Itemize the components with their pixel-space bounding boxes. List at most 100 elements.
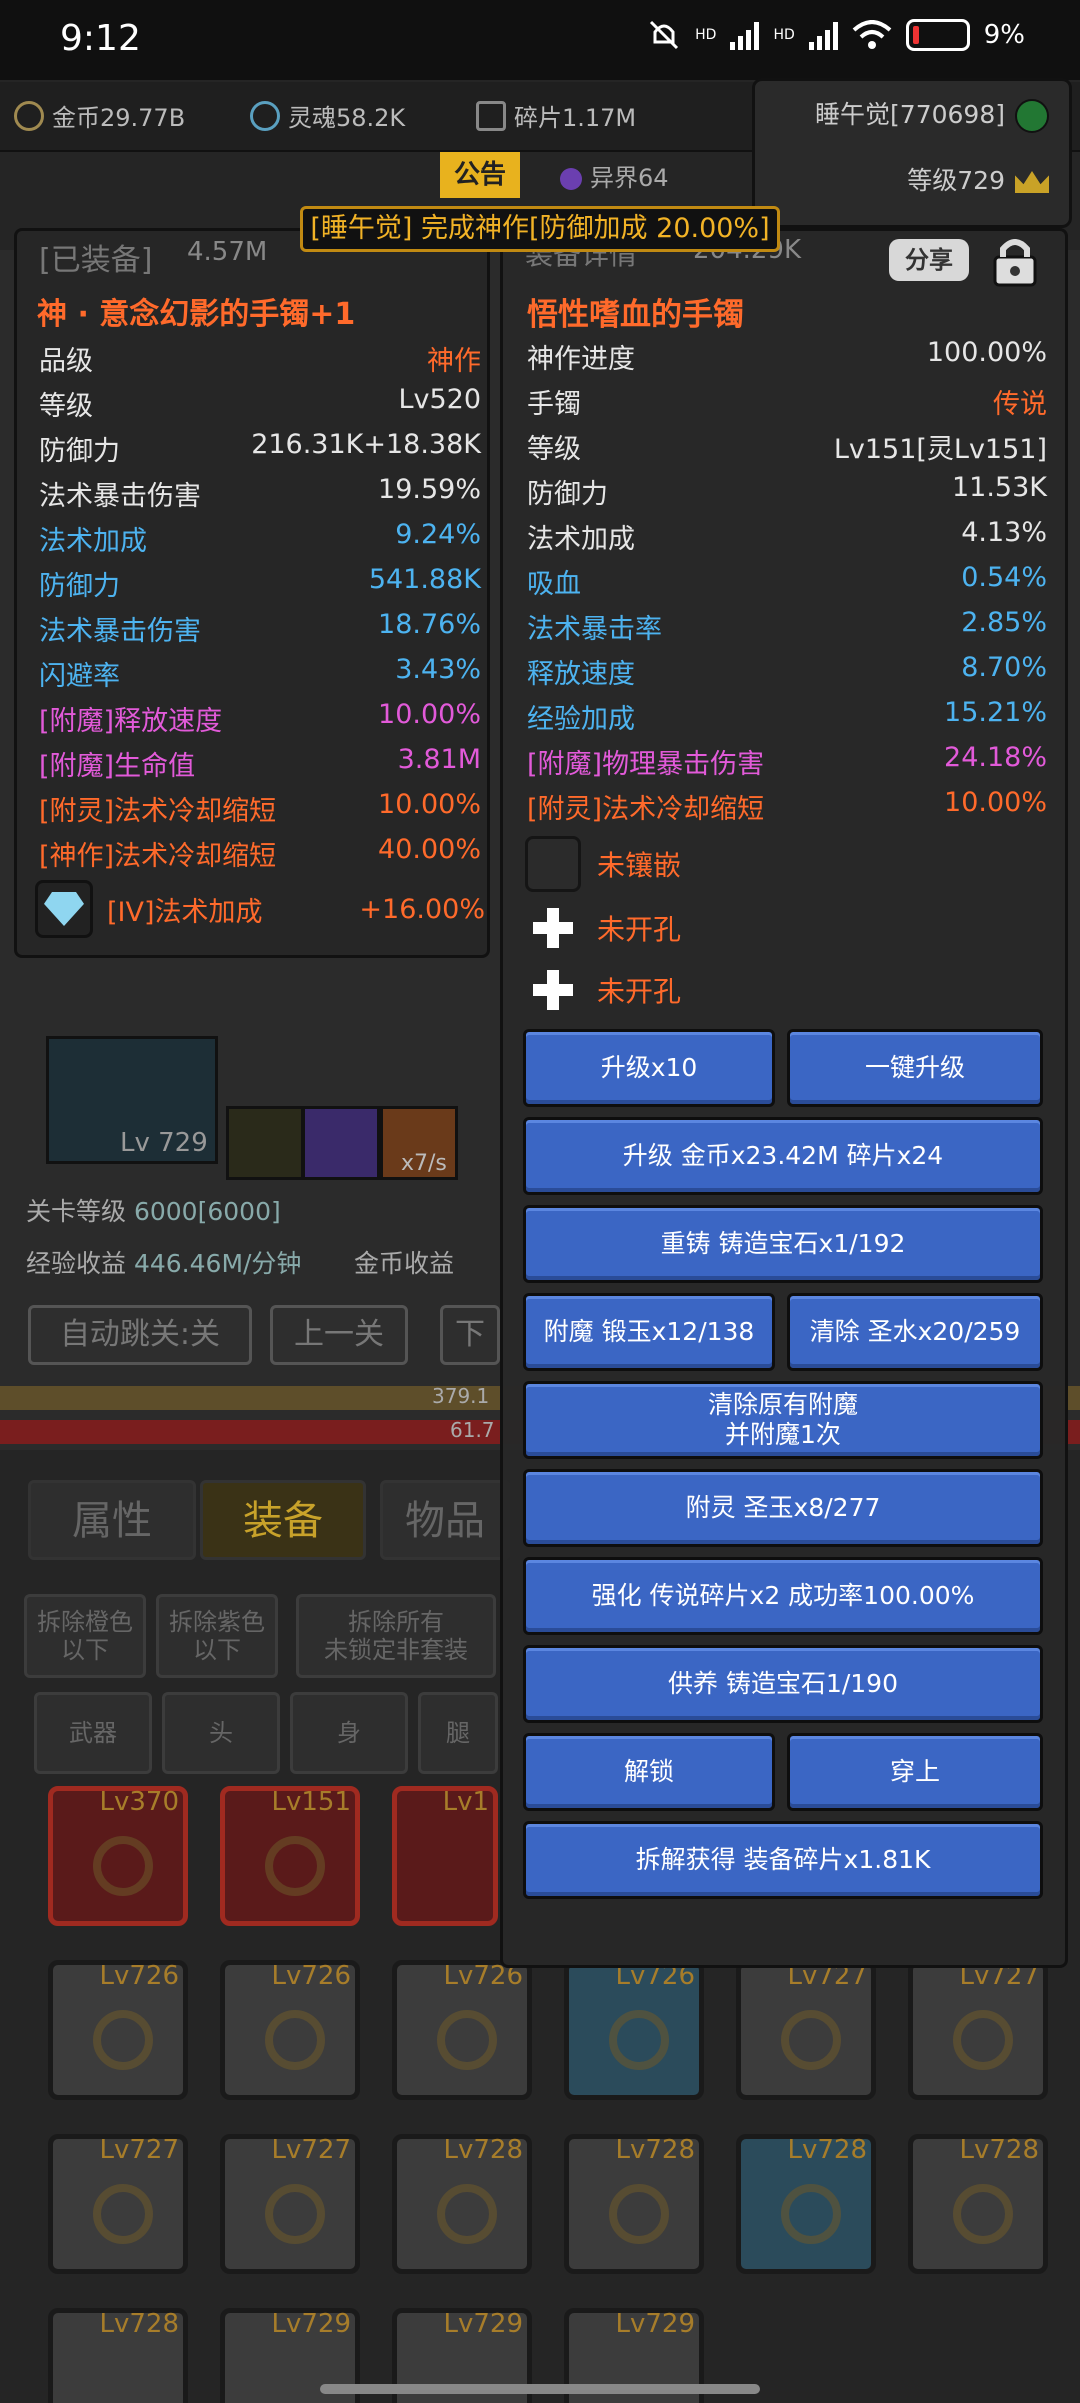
stat-value: 0.54% xyxy=(961,562,1047,593)
soul-value: 灵魂58.2K xyxy=(288,104,406,132)
signal-icon-1 xyxy=(730,20,760,50)
stat-row: 经验加成 15.21% xyxy=(527,697,1047,737)
upgrade-x10-button[interactable]: 升级x10 xyxy=(523,1029,775,1107)
dismantle-all-button[interactable]: 拆除所有 未锁定非套装 xyxy=(296,1594,496,1678)
clear-and-enchant-button[interactable]: 清除原有附魔 并附魔1次 xyxy=(523,1381,1043,1459)
filter-legs[interactable]: 腿 xyxy=(418,1692,498,1774)
hammer-icon xyxy=(781,2184,841,2244)
socket-unopened-1[interactable]: 未开孔 xyxy=(525,899,825,957)
inventory-slot[interactable]: Lv726 xyxy=(564,1960,704,2100)
upgrade-button[interactable]: 升级 金币x23.42M 碎片x24 xyxy=(523,1117,1043,1195)
inventory-slot[interactable]: Lv726 xyxy=(48,1960,188,2100)
skill-slot-3[interactable]: x7/s xyxy=(380,1106,458,1180)
shard-counter: 碎片1.17M xyxy=(476,98,636,133)
skill-slot-2[interactable] xyxy=(302,1106,380,1180)
inventory-slot[interactable]: Lv728 xyxy=(564,2134,704,2274)
gold-income-label: 金币收益 xyxy=(354,1249,455,1278)
stat-label: 闪避率 xyxy=(39,661,120,692)
gem-slot[interactable] xyxy=(35,880,93,938)
slot-level: Lv1 xyxy=(442,1787,489,1817)
inventory-slot[interactable]: Lv370 xyxy=(48,1786,188,1926)
home-indicator[interactable] xyxy=(320,2384,760,2394)
equipped-power: 4.57M xyxy=(187,237,268,267)
inventory-slot[interactable]: Lv728 xyxy=(736,2134,876,2274)
stat-row: 法术暴击伤害 19.59% xyxy=(39,474,481,514)
filter-head[interactable]: 头 xyxy=(162,1692,280,1774)
inventory-slot[interactable]: Lv727 xyxy=(736,1960,876,2100)
stat-row: 手镯 传说 xyxy=(527,382,1047,422)
achievement-banner: [睡午觉] 完成神作[防御加成 20.00%] xyxy=(300,206,780,252)
plus-icon xyxy=(525,900,581,956)
clear-button[interactable]: 清除 圣水x20/259 xyxy=(787,1293,1043,1371)
filter-weapon[interactable]: 武器 xyxy=(34,1692,152,1774)
filter-body[interactable]: 身 xyxy=(290,1692,408,1774)
stat-value: 18.76% xyxy=(378,609,481,640)
stat-value: 3.43% xyxy=(395,654,481,685)
stat-row: [附魔]生命值 3.81M xyxy=(39,744,481,784)
dismantle-orange-button[interactable]: 拆除橙色 以下 xyxy=(24,1594,146,1678)
socket-unopened-2[interactable]: 未开孔 xyxy=(525,961,825,1019)
stat-row: 神作进度 100.00% xyxy=(527,337,1047,377)
inventory-slot[interactable]: Lv727 xyxy=(48,2134,188,2274)
hd-label-2: HD xyxy=(773,27,795,43)
gem-socket-empty[interactable]: 未镶嵌 xyxy=(525,835,825,893)
inventory-slot[interactable]: Lv728 xyxy=(48,2308,188,2403)
tab-equipment[interactable]: 装备 xyxy=(200,1480,366,1560)
stage-value: 6000[6000] xyxy=(133,1197,281,1226)
notice-tab[interactable]: 公告 xyxy=(440,152,520,198)
enchant-button[interactable]: 附魔 锻玉x12/138 xyxy=(523,1293,775,1371)
one-key-upgrade-button[interactable]: 一键升级 xyxy=(787,1029,1043,1107)
reforge-button[interactable]: 重铸 铸造宝石x1/192 xyxy=(523,1205,1043,1283)
spirit-attach-button[interactable]: 附灵 圣玉x8/277 xyxy=(523,1469,1043,1547)
stat-row: 防御力 216.31K+18.38K xyxy=(39,429,481,469)
prev-stage-button[interactable]: 上一关 xyxy=(270,1305,408,1365)
gem-value: +16.00% xyxy=(359,893,485,925)
inventory-slot[interactable]: Lv726 xyxy=(392,1960,532,2100)
dismantle-purple-button[interactable]: 拆除紫色 以下 xyxy=(156,1594,278,1678)
auto-skip-button[interactable]: 自动跳关:关 xyxy=(28,1305,252,1365)
wear-button[interactable]: 穿上 xyxy=(787,1733,1043,1811)
stat-label: 防御力 xyxy=(39,571,120,602)
stat-value: Lv520 xyxy=(398,384,481,415)
next-stage-button[interactable]: 下 xyxy=(440,1305,500,1365)
otherworld-tab[interactable]: 异界64 xyxy=(560,158,669,193)
stat-label: 防御力 xyxy=(39,436,120,467)
inventory-slot[interactable]: Lv728 xyxy=(392,2134,532,2274)
stat-row: 吸血 0.54% xyxy=(527,562,1047,602)
inventory-slot[interactable]: Lv1 xyxy=(392,1786,498,1926)
stat-value: 9.24% xyxy=(395,519,481,550)
stat-value: 传说 xyxy=(993,389,1047,420)
stat-label: 法术加成 xyxy=(39,526,147,557)
inventory-slot[interactable]: Lv728 xyxy=(908,2134,1048,2274)
detail-item-name: 悟性嗜血的手镯 xyxy=(527,297,744,333)
necklace-icon xyxy=(609,2184,669,2244)
inventory-slot[interactable]: Lv726 xyxy=(220,1960,360,2100)
dismantle-orange-l1: 拆除橙色 xyxy=(37,1608,133,1636)
slot-level: Lv729 xyxy=(443,2309,524,2339)
player-info-panel[interactable]: 睡午觉[770698] 等级729 xyxy=(752,78,1072,228)
player-level: 等级729 xyxy=(907,166,1005,195)
skill-slot-1[interactable] xyxy=(226,1106,304,1180)
equipped-header: [已装备] xyxy=(39,243,153,278)
stat-value: 216.31K+18.38K xyxy=(251,429,481,460)
mute-icon xyxy=(650,20,679,50)
exp-label: 经验收益 xyxy=(26,1249,127,1278)
inventory-slot[interactable]: Lv727 xyxy=(220,2134,360,2274)
lock-icon[interactable] xyxy=(987,233,1043,289)
stat-value: 3.81M xyxy=(397,744,481,775)
hero-level: Lv 729 xyxy=(120,1128,208,1158)
dismantle-button[interactable]: 拆解获得 装备碎片x1.81K xyxy=(523,1821,1043,1899)
unlock-button[interactable]: 解锁 xyxy=(523,1733,775,1811)
tab-attributes[interactable]: 属性 xyxy=(28,1480,196,1560)
tab-items[interactable]: 物品 xyxy=(380,1480,510,1560)
stat-label: 品级 xyxy=(39,346,93,377)
inventory-slot[interactable]: Lv727 xyxy=(908,1960,1048,2100)
strengthen-button[interactable]: 强化 传说碎片x2 成功率100.00% xyxy=(523,1557,1043,1635)
nurture-button[interactable]: 供养 铸造宝石1/190 xyxy=(523,1645,1043,1723)
signal-icon-2 xyxy=(808,20,838,50)
inventory-slot[interactable]: Lv151 xyxy=(220,1786,360,1926)
dismantle-all-l2: 未锁定非套装 xyxy=(324,1636,468,1664)
share-button[interactable]: 分享 xyxy=(889,239,969,281)
necklace-icon xyxy=(781,2010,841,2070)
ring-icon xyxy=(265,2184,325,2244)
